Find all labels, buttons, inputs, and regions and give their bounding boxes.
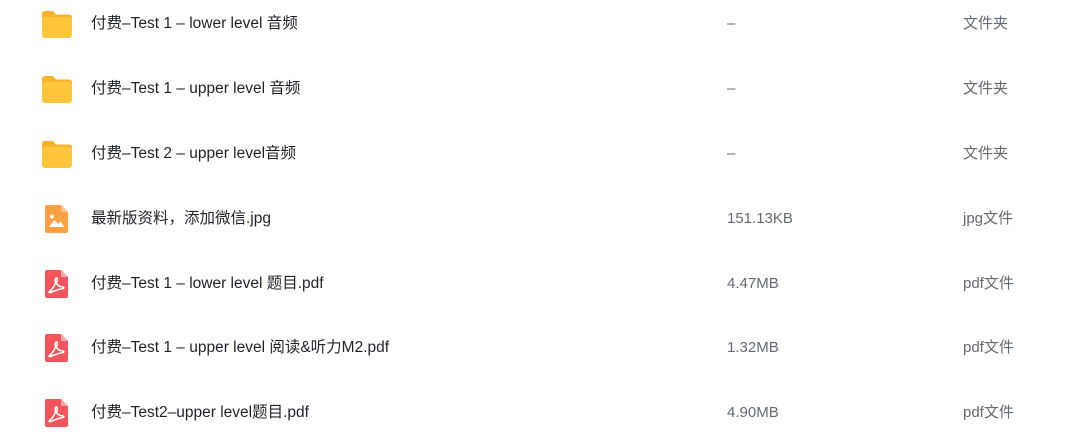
file-size: 151.13KB: [727, 210, 793, 227]
file-name[interactable]: 最新版资料，添加微信.jpg: [91, 209, 271, 229]
file-name[interactable]: 付费–Test 1 – upper level 阅读&听力M2.pdf: [91, 338, 389, 358]
file-size: 1.32MB: [727, 339, 779, 356]
file-list: 付费–Test 1 – lower level 音频 – 文件夹 付费–Test…: [0, 0, 1080, 444]
file-type: jpg文件: [963, 210, 1014, 227]
file-name[interactable]: 付费–Test 2 – upper level音频: [91, 144, 296, 164]
file-type: 文件夹: [963, 15, 1009, 32]
file-size: –: [727, 15, 736, 32]
file-type: 文件夹: [963, 145, 1009, 162]
file-size: –: [727, 145, 736, 162]
file-name[interactable]: 付费–Test 1 – upper level 音频: [91, 79, 300, 99]
file-row-pdf-test2-upper[interactable]: 付费–Test2–upper level题目.pdf 4.90MB pdf文件: [0, 381, 1080, 445]
file-name[interactable]: 付费–Test 1 – lower level 题目.pdf: [91, 274, 324, 294]
file-type: pdf文件: [963, 339, 1014, 356]
file-type: 文件夹: [963, 80, 1009, 97]
file-row-folder-test1-lower[interactable]: 付费–Test 1 – lower level 音频 – 文件夹: [0, 0, 1080, 56]
folder-icon: [40, 8, 74, 40]
file-name[interactable]: 付费–Test 1 – lower level 音频: [91, 14, 298, 34]
pdf-file-icon: [40, 268, 74, 300]
image-file-icon: [40, 203, 74, 235]
file-size: 4.90MB: [727, 404, 779, 421]
file-name[interactable]: 付费–Test2–upper level题目.pdf: [91, 403, 309, 423]
file-size: –: [727, 80, 736, 97]
file-row-folder-test2-upper[interactable]: 付费–Test 2 – upper level音频 – 文件夹: [0, 122, 1080, 186]
file-type: pdf文件: [963, 275, 1014, 292]
pdf-file-icon: [40, 397, 74, 429]
folder-icon: [40, 138, 74, 170]
pdf-file-icon: [40, 332, 74, 364]
file-row-folder-test1-upper[interactable]: 付费–Test 1 – upper level 音频 – 文件夹: [0, 57, 1080, 121]
file-type: pdf文件: [963, 404, 1014, 421]
file-row-image-jpg[interactable]: 最新版资料，添加微信.jpg 151.13KB jpg文件: [0, 187, 1080, 251]
file-size: 4.47MB: [727, 275, 779, 292]
folder-icon: [40, 73, 74, 105]
file-row-pdf-test1-lower[interactable]: 付费–Test 1 – lower level 题目.pdf 4.47MB pd…: [0, 252, 1080, 316]
file-row-pdf-test1-upper[interactable]: 付费–Test 1 – upper level 阅读&听力M2.pdf 1.32…: [0, 316, 1080, 380]
